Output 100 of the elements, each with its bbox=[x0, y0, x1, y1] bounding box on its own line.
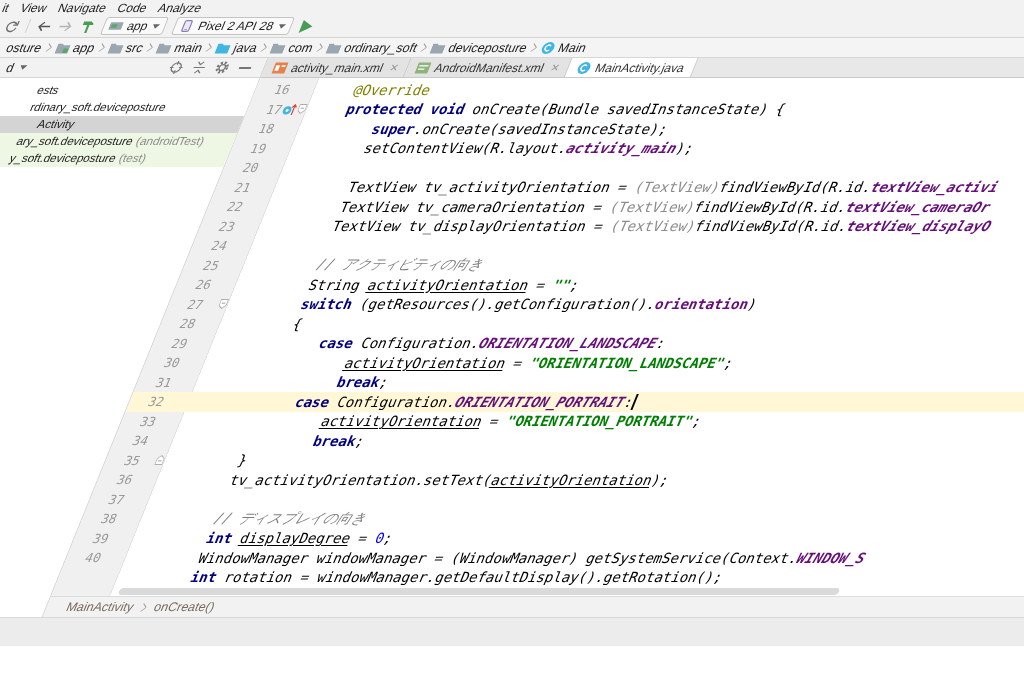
code-line: TextView tv_displayOrientation =(TextView)findViewById(R.id.textView_displayO bbox=[329, 218, 994, 235]
folder-icon bbox=[325, 41, 344, 54]
tree-item[interactable]: Activity bbox=[0, 116, 245, 133]
code-line: break; bbox=[334, 374, 392, 391]
code-line: // ディスプレイの向き bbox=[211, 509, 370, 528]
caret-down-icon bbox=[18, 65, 28, 70]
chevron-icon bbox=[420, 43, 429, 52]
code-line: { bbox=[290, 315, 306, 332]
line-number: 19 bbox=[247, 140, 270, 156]
menu-item[interactable]: it bbox=[0, 0, 12, 15]
line-number: 25 bbox=[199, 257, 222, 273]
menu-item[interactable]: Code bbox=[115, 0, 150, 15]
line-number: 30 bbox=[160, 355, 183, 371]
editor-tab[interactable]: MainActivity.java bbox=[564, 58, 699, 77]
breadcrumb-item[interactable]: java bbox=[214, 40, 260, 55]
breadcrumb-item[interactable]: ordinary_soft bbox=[324, 40, 420, 55]
line-number: 24 bbox=[207, 238, 230, 254]
line-number: 29 bbox=[168, 335, 191, 351]
code-line: activityOrientation="ORIENTATION_LANDSCAPE"; bbox=[342, 354, 737, 371]
folder-icon bbox=[107, 41, 125, 54]
line-number: 20 bbox=[239, 160, 262, 176]
code-line: switch(getResources().getConfiguration().orientation) bbox=[298, 296, 760, 313]
line-number: 31 bbox=[152, 374, 175, 390]
line-number: 33 bbox=[136, 413, 159, 429]
code-line: TextView tv_activityOrientation =(TextView)findViewById(R.id.textView_activi bbox=[345, 179, 1002, 196]
code-line: case Configuration.ORIENTATION_PORTRAIT: bbox=[292, 393, 637, 410]
line-number: 28 bbox=[176, 316, 199, 332]
menu-item[interactable]: Navigate bbox=[55, 0, 109, 15]
phone-icon bbox=[178, 20, 196, 32]
line-number: 36 bbox=[113, 472, 136, 488]
code-line: protected void onCreate(Bundle savedInstanceState) { bbox=[343, 101, 789, 118]
menu-item[interactable]: View bbox=[18, 0, 50, 15]
line-number: 26 bbox=[191, 277, 214, 293]
chevron-icon bbox=[205, 43, 214, 52]
code-line: int rotation = windowManager.getDefaultDisplay().getRotation(); bbox=[188, 569, 726, 586]
layout-file-icon bbox=[271, 61, 290, 74]
breadcrumb-item[interactable]: onCreate() bbox=[151, 600, 217, 614]
line-number: 37 bbox=[105, 491, 128, 507]
settings-icon[interactable] bbox=[213, 61, 232, 74]
view-dropdown[interactable]: d bbox=[3, 60, 30, 75]
folder-icon bbox=[214, 41, 233, 54]
folder-icon bbox=[155, 41, 174, 54]
breadcrumb-item[interactable]: MainActivity bbox=[63, 600, 137, 614]
editor-tab[interactable]: activity_main.xml bbox=[260, 58, 412, 77]
caret-down-icon bbox=[277, 23, 287, 29]
device-dropdown[interactable]: Pixel 2 API 28 bbox=[170, 17, 295, 35]
code-line: TextView tv_cameraOrientation =(TextView)findViewById(R.id.textView_cameraOr bbox=[337, 198, 994, 215]
line-number: 38 bbox=[97, 511, 120, 527]
folder-icon bbox=[269, 41, 288, 54]
code-line: case Configuration.ORIENTATION_LANDSCAPE: bbox=[316, 335, 669, 352]
editor-tab[interactable]: AndroidManifest.xml bbox=[404, 58, 573, 77]
code-line: String activityOrientation=""; bbox=[306, 276, 583, 293]
code-line: // アクティビティの向き bbox=[313, 256, 487, 275]
fold-marker-icon[interactable] bbox=[295, 104, 308, 115]
breadcrumb-item[interactable]: app bbox=[53, 40, 98, 55]
chevron-icon bbox=[260, 43, 269, 52]
line-number: 39 bbox=[89, 530, 112, 546]
code-line: break; bbox=[310, 432, 368, 449]
code-line: activityOrientation="ORIENTATION_PORTRAIT"; bbox=[318, 413, 705, 430]
line-number: 22 bbox=[223, 199, 246, 215]
line-number: 23 bbox=[215, 218, 238, 234]
close-icon[interactable] bbox=[550, 64, 561, 71]
module-folder-icon bbox=[54, 41, 72, 54]
line-number: 16 bbox=[270, 82, 293, 98]
breadcrumb-item[interactable]: main bbox=[155, 40, 205, 55]
code-line: setContentView(R.layout.activity_main); bbox=[361, 140, 697, 157]
chevron-icon bbox=[97, 43, 107, 52]
breadcrumb-item[interactable]: src bbox=[106, 40, 146, 55]
line-number: 40 bbox=[81, 550, 104, 566]
menu-item[interactable]: Analyze bbox=[156, 0, 205, 15]
tree-item[interactable]: ary_soft.deviceposture(androidTest) bbox=[0, 133, 238, 150]
class-icon bbox=[539, 41, 558, 54]
breadcrumb-item[interactable]: Main bbox=[539, 40, 589, 55]
line-number: 34 bbox=[128, 433, 151, 449]
tree-item[interactable]: y_soft.deviceposture(test) bbox=[0, 150, 231, 167]
code-line: tv_activityOrientation.setText(activityOrientation); bbox=[227, 471, 673, 488]
chevron-icon bbox=[139, 602, 149, 612]
breadcrumb-item[interactable]: com bbox=[269, 40, 316, 55]
minimize-icon[interactable] bbox=[238, 66, 253, 69]
fold-marker-icon[interactable] bbox=[216, 299, 229, 310]
breadcrumb-item[interactable]: osture bbox=[4, 40, 45, 55]
line-number: 27 bbox=[184, 296, 207, 312]
close-icon[interactable] bbox=[389, 64, 400, 71]
code-line: int displayDegree=0; bbox=[203, 530, 396, 547]
line-number: 21 bbox=[231, 179, 254, 195]
scrollbar-thumb[interactable] bbox=[117, 588, 841, 595]
manifest-file-icon bbox=[414, 61, 433, 74]
chevron-icon bbox=[44, 43, 54, 52]
code-line: } bbox=[235, 452, 251, 469]
fold-marker-icon[interactable] bbox=[153, 455, 166, 466]
code-line: WindowManager windowManager = (WindowManager) getSystemService(Context.WINDOW_S bbox=[195, 549, 869, 566]
line-number: 17 bbox=[262, 101, 285, 117]
code-line: super.onCreate(savedInstanceState); bbox=[369, 120, 671, 137]
breadcrumb-item[interactable]: deviceposture bbox=[429, 40, 530, 55]
chevron-icon bbox=[146, 43, 155, 52]
line-number: 32 bbox=[144, 394, 167, 410]
module-icon bbox=[107, 20, 125, 32]
chevron-icon bbox=[315, 43, 325, 52]
folder-icon bbox=[429, 41, 448, 54]
chevron-icon bbox=[530, 43, 539, 52]
